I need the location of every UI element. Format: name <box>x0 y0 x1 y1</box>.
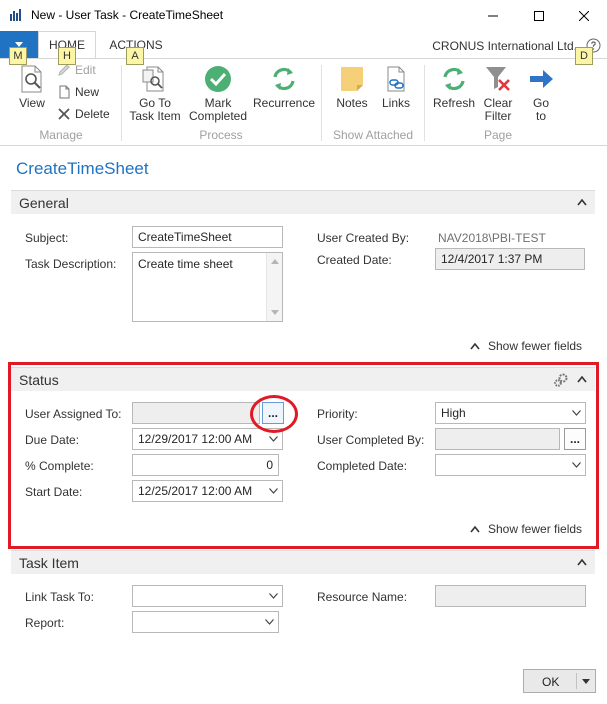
group-separator <box>121 65 122 141</box>
keytip-home: H <box>58 47 76 65</box>
clear-filter-button[interactable]: Clear Filter <box>478 64 518 123</box>
ok-button[interactable]: OK <box>523 669 596 693</box>
recurrence-label: Recurrence <box>252 96 316 110</box>
task-description-scrollbar[interactable] <box>266 253 282 321</box>
edit-button[interactable]: Edit <box>57 63 96 77</box>
maximize-icon <box>534 10 544 21</box>
group-label-page: Page <box>483 128 513 142</box>
notes-button[interactable]: Notes <box>332 64 372 110</box>
highlight-rectangle <box>8 362 599 549</box>
user-created-by-label: User Created By: <box>317 231 410 245</box>
maximize-button[interactable] <box>516 0 562 31</box>
delete-x-icon <box>58 108 70 120</box>
ok-split-separator <box>576 673 577 689</box>
group-separator <box>321 65 322 141</box>
go-to-label-2: to <box>535 109 546 123</box>
title-bar: New - User Task - CreateTimeSheet <box>0 0 607 31</box>
new-label: New <box>75 85 100 99</box>
resource-name-label: Resource Name: <box>317 590 408 604</box>
go-to-button[interactable]: Go to <box>524 64 558 123</box>
refresh-icon <box>443 67 465 91</box>
general-show-fewer-label: Show fewer fields <box>488 339 583 353</box>
close-button[interactable] <box>561 0 607 31</box>
subject-label: Subject: <box>25 231 69 245</box>
company-name[interactable]: CRONUS International Ltd. <box>432 39 577 53</box>
view-label: View <box>19 96 45 110</box>
scroll-up-icon[interactable] <box>271 259 279 264</box>
keytip-help: D <box>575 47 593 65</box>
group-separator <box>424 65 425 141</box>
links-icon <box>387 66 405 92</box>
page-title: CreateTimeSheet <box>16 159 149 178</box>
task-description-field[interactable]: Create time sheet <box>132 252 283 322</box>
minimize-button[interactable] <box>470 0 516 31</box>
clear-filter-icon <box>486 67 510 91</box>
recurrence-button[interactable]: Recurrence <box>252 64 316 110</box>
report-label: Report: <box>25 616 65 630</box>
notes-icon <box>341 67 363 91</box>
delete-button[interactable]: Delete <box>57 107 110 121</box>
keytip-file: M <box>9 47 27 65</box>
keytip-actions: A <box>126 47 144 65</box>
view-icon <box>21 65 42 93</box>
refresh-button[interactable]: Refresh <box>432 64 476 110</box>
created-date-label: Created Date: <box>317 253 392 267</box>
new-document-icon <box>59 85 70 99</box>
task-description-text: Create time sheet <box>138 257 233 271</box>
links-button[interactable]: Links <box>376 64 416 110</box>
nav-app-icon <box>9 8 23 22</box>
go-to-task-item-label-2: Task Item <box>129 109 181 123</box>
checkmark-circle-icon <box>205 66 231 92</box>
dropdown-arrow-icon[interactable] <box>582 679 590 684</box>
link-task-to-label: Link Task To: <box>25 590 94 604</box>
task-description-label: Task Description: <box>25 257 117 271</box>
fasttab-general-title: General <box>19 195 69 211</box>
fasttab-general-header[interactable]: General <box>11 190 595 214</box>
report-field[interactable] <box>132 611 279 633</box>
recurrence-icon <box>273 67 295 91</box>
link-task-to-field[interactable] <box>132 585 283 607</box>
notes-label: Notes <box>336 96 368 110</box>
collapse-icon[interactable] <box>577 198 587 206</box>
fasttab-task-item-header[interactable]: Task Item <box>11 550 595 574</box>
go-to-task-item-button[interactable]: Go To Task Item <box>127 64 183 123</box>
window-title: New - User Task - CreateTimeSheet <box>31 8 224 22</box>
chevron-down-icon[interactable] <box>265 619 274 625</box>
arrow-right-icon <box>530 70 553 88</box>
group-label-show-attached: Show Attached <box>332 128 414 142</box>
mark-completed-label-2: Completed <box>188 109 248 123</box>
go-to-document-icon <box>142 66 164 92</box>
resource-name-field <box>435 585 586 607</box>
created-date-field: 12/4/2017 1:37 PM <box>435 248 585 270</box>
mark-completed-button[interactable]: Mark Completed <box>187 64 249 123</box>
group-label-process: Process <box>199 128 243 142</box>
refresh-label: Refresh <box>432 96 476 110</box>
group-label-manage: Manage <box>39 128 83 142</box>
ok-label: OK <box>542 675 560 689</box>
highlight-circle <box>250 395 298 433</box>
pencil-icon <box>58 64 70 76</box>
user-created-by-value: NAV2018\PBI-TEST <box>438 231 546 245</box>
view-button[interactable]: View <box>15 64 49 110</box>
close-icon <box>579 10 589 21</box>
chevron-down-icon[interactable] <box>269 593 278 599</box>
ribbon: View Edit New Delete Manage Go To Task I… <box>0 58 607 146</box>
new-button[interactable]: New <box>57 85 99 99</box>
general-show-fewer-fields[interactable]: Show fewer fields <box>470 339 582 353</box>
delete-label: Delete <box>75 107 110 121</box>
fasttab-task-item-title: Task Item <box>19 555 79 571</box>
minimize-icon <box>488 15 498 16</box>
scroll-down-icon[interactable] <box>271 310 279 315</box>
edit-label: Edit <box>75 63 96 77</box>
links-label: Links <box>381 96 410 110</box>
clear-filter-label-2: Filter <box>484 109 512 123</box>
chevron-up-icon <box>470 342 480 350</box>
subject-field[interactable]: CreateTimeSheet <box>132 226 283 248</box>
collapse-icon[interactable] <box>577 558 587 566</box>
